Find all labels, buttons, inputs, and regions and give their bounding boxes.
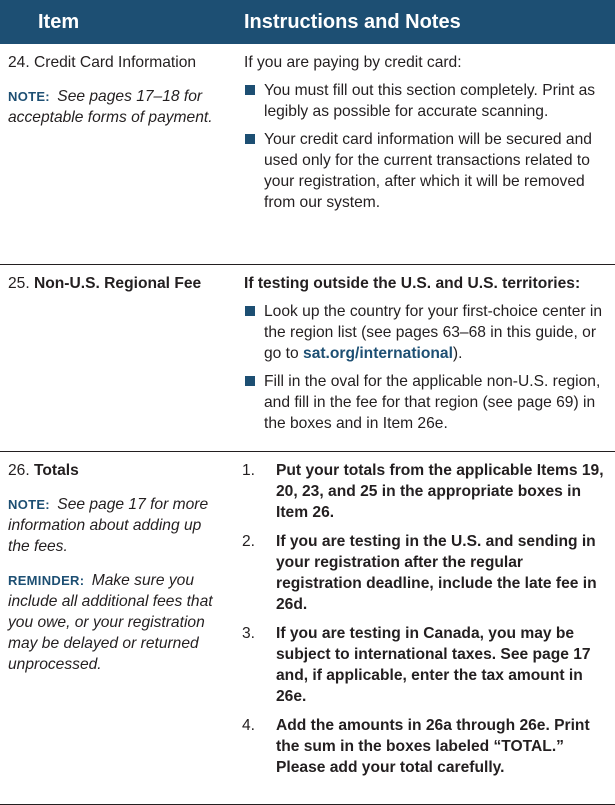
bullet-text: Your credit card information will be sec… <box>264 131 592 211</box>
item-cell: 26. Totals NOTE: See page 17 for more in… <box>0 452 232 804</box>
bullet-text: Fill in the oval for the applicable non-… <box>264 373 601 432</box>
numbered-step: 4. Add the amounts in 26a through 26e. P… <box>242 715 611 778</box>
note: NOTE: See pages 17–18 for acceptable for… <box>8 86 226 128</box>
bullet-item: You must fill out this section completel… <box>244 80 611 122</box>
header-item: Item <box>38 10 80 33</box>
item-title: 25. Non-U.S. Regional Fee <box>8 273 226 294</box>
bullet-item: Fill in the oval for the applicable non-… <box>244 371 611 434</box>
step-number: 1. <box>242 462 256 479</box>
numbered-step: 3. If you are testing in Canada, you may… <box>242 623 611 707</box>
item-cell: 25. Non-U.S. Regional Fee <box>0 265 232 451</box>
reminder: REMINDER: Make sure you include all addi… <box>8 570 226 675</box>
instructions-cell: If testing outside the U.S. and U.S. ter… <box>232 265 615 451</box>
bullet-item: Your credit card information will be sec… <box>244 129 611 213</box>
item-name: Non-U.S. Regional Fee <box>34 275 202 292</box>
item-number: 25. <box>8 275 30 292</box>
item-number: 26. <box>8 462 30 479</box>
header-instructions: Instructions and Notes <box>244 10 461 33</box>
table-row: 26. Totals NOTE: See page 17 for more in… <box>0 452 615 805</box>
instructions-cell: If you are paying by credit card: You mu… <box>232 44 615 264</box>
item-title: 26. Totals <box>8 460 226 481</box>
step-number: 2. <box>242 533 256 550</box>
item-name: Totals <box>34 462 79 479</box>
step-text: Add the amounts in 26a through 26e. Prin… <box>276 717 590 776</box>
intro-text: If testing outside the U.S. and U.S. ter… <box>244 275 581 292</box>
note-label: NOTE: <box>8 89 50 104</box>
bullet-text: You must fill out this section completel… <box>264 82 596 120</box>
table-row: 25. Non-U.S. Regional Fee If testing out… <box>0 265 615 452</box>
square-bullet-icon <box>245 306 255 316</box>
square-bullet-icon <box>245 85 255 95</box>
bullet-text-part: ). <box>452 345 463 362</box>
instructions-cell: 1. Put your totals from the applicable I… <box>232 452 615 804</box>
step-number: 3. <box>242 625 256 642</box>
table-row: 24. Credit Card Information NOTE: See pa… <box>0 44 615 265</box>
numbered-step: 1. Put your totals from the applicable I… <box>242 460 611 523</box>
step-text: Put your totals from the applicable Item… <box>276 462 604 521</box>
item-number: 24. <box>8 54 30 71</box>
step-text: If you are testing in the U.S. and sendi… <box>276 533 597 613</box>
item-name: Credit Card Information <box>34 54 197 71</box>
square-bullet-icon <box>245 134 255 144</box>
item-title: 24. Credit Card Information <box>8 52 226 73</box>
intro-text: If you are paying by credit card: <box>244 54 462 71</box>
reminder-label: REMINDER: <box>8 573 85 588</box>
step-number: 4. <box>242 717 256 734</box>
square-bullet-icon <box>245 376 255 386</box>
bullet-item: Look up the country for your first-choic… <box>244 301 611 364</box>
table-header: Item Instructions and Notes <box>0 0 615 44</box>
note-label: NOTE: <box>8 497 50 512</box>
numbered-step: 2. If you are testing in the U.S. and se… <box>242 531 611 615</box>
step-text: If you are testing in Canada, you may be… <box>276 625 591 705</box>
note: NOTE: See page 17 for more information a… <box>8 494 226 557</box>
international-link[interactable]: sat.org/international <box>303 345 453 362</box>
bullet-text: Look up the country for your first-choic… <box>264 301 611 364</box>
item-cell: 24. Credit Card Information NOTE: See pa… <box>0 44 232 264</box>
